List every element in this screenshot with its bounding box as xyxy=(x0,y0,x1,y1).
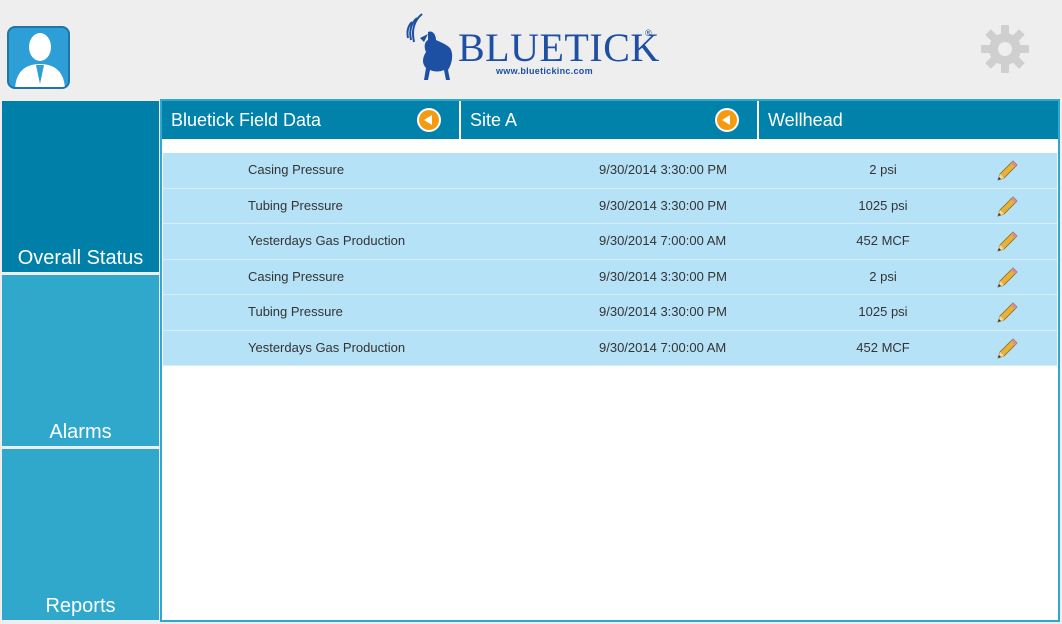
row-name: Tubing Pressure xyxy=(248,197,343,213)
dog-antenna-icon xyxy=(406,13,453,80)
sidebar: Overall Status Alarms Reports xyxy=(2,101,159,624)
breadcrumb-item-field-data[interactable]: Bluetick Field Data xyxy=(162,101,459,139)
back-arrow-icon xyxy=(715,108,739,132)
row-value: 1025 psi xyxy=(858,197,908,213)
edit-button[interactable] xyxy=(995,337,1019,361)
row-timestamp: 9/30/2014 3:30:00 PM xyxy=(599,162,727,177)
row-name: Tubing Pressure xyxy=(248,304,343,319)
back-button[interactable] xyxy=(417,108,441,132)
sidebar-item-label: Overall Status xyxy=(17,247,144,269)
edit-button[interactable] xyxy=(995,230,1019,254)
logo-url: www.bluetickinc.com xyxy=(496,66,593,76)
pencil-icon xyxy=(997,231,1018,252)
data-table: Casing Pressure 9/30/2014 3:30:00 PM 2 p… xyxy=(163,153,1057,366)
row-name: Yesterdays Gas Production xyxy=(248,339,406,355)
row-value: 1025 psi xyxy=(858,304,908,319)
pencil-icon xyxy=(997,266,1018,288)
edit-button[interactable] xyxy=(995,301,1019,325)
pencil-icon xyxy=(997,160,1018,181)
breadcrumb-item-site[interactable]: Site A xyxy=(461,101,757,139)
table-row[interactable]: Yesterdays Gas Production 9/30/2014 7:00… xyxy=(163,224,1057,260)
breadcrumb-label: Bluetick Field Data xyxy=(171,110,322,130)
sidebar-item-alarms[interactable]: Alarms xyxy=(2,275,159,446)
pencil-icon xyxy=(997,302,1018,323)
sidebar-item-reports[interactable]: Reports xyxy=(2,449,159,620)
breadcrumb-label: Wellhead xyxy=(768,110,843,130)
row-timestamp: 9/30/2014 7:00:00 AM xyxy=(599,339,727,355)
row-name: Casing Pressure xyxy=(248,268,345,284)
row-timestamp: 9/30/2014 7:00:00 AM xyxy=(599,233,727,248)
breadcrumb: Bluetick Field Data Site A Wellhead xyxy=(162,101,1058,139)
row-value: 452 MCF xyxy=(856,233,910,248)
bluetick-logo: BLUETICK ® www.bluetickinc.com xyxy=(402,10,662,86)
back-arrow-icon xyxy=(417,108,441,132)
row-name: Casing Pressure xyxy=(248,162,345,177)
table-row[interactable]: Casing Pressure 9/30/2014 3:30:00 PM 2 p… xyxy=(163,153,1057,189)
app-root: BLUETICK ® www.bluetickinc.com Overall S… xyxy=(0,0,1062,624)
row-name: Yesterdays Gas Production xyxy=(248,233,406,248)
row-timestamp: 9/30/2014 3:30:00 PM xyxy=(599,304,727,319)
row-timestamp: 9/30/2014 3:30:00 PM xyxy=(599,197,727,213)
main-panel: Bluetick Field Data Site A Wellhead Casi… xyxy=(160,99,1060,622)
sidebar-item-label: Reports xyxy=(45,595,116,617)
table-row[interactable]: Tubing Pressure 9/30/2014 3:30:00 PM 102… xyxy=(163,188,1057,224)
breadcrumb-label: Site A xyxy=(470,110,518,130)
sidebar-item-label: Alarms xyxy=(49,421,112,443)
table-row[interactable]: Yesterdays Gas Production 9/30/2014 7:00… xyxy=(163,330,1057,366)
row-timestamp: 9/30/2014 3:30:00 PM xyxy=(599,268,727,284)
logo-text: BLUETICK xyxy=(458,25,660,70)
row-value: 452 MCF xyxy=(856,339,910,355)
table-row[interactable]: Casing Pressure 9/30/2014 3:30:00 PM 2 p… xyxy=(163,259,1057,295)
logo-registered-mark: ® xyxy=(645,28,652,38)
breadcrumb-item-wellhead[interactable]: Wellhead xyxy=(759,101,1055,139)
edit-button[interactable] xyxy=(995,159,1019,183)
sidebar-item-overall-status[interactable]: Overall Status xyxy=(2,101,159,272)
table-row[interactable]: Tubing Pressure 9/30/2014 3:30:00 PM 102… xyxy=(163,295,1057,331)
edit-button[interactable] xyxy=(995,266,1019,290)
pencil-icon xyxy=(997,195,1018,217)
user-icon xyxy=(15,33,65,87)
gear-icon xyxy=(981,25,1029,73)
edit-button[interactable] xyxy=(995,195,1019,219)
user-profile-button[interactable] xyxy=(7,26,70,89)
back-button[interactable] xyxy=(715,108,739,132)
pencil-icon xyxy=(997,337,1018,359)
row-value: 2 psi xyxy=(869,268,897,284)
settings-button[interactable] xyxy=(980,24,1030,74)
row-value: 2 psi xyxy=(869,162,897,177)
header: BLUETICK ® www.bluetickinc.com xyxy=(0,0,1062,99)
